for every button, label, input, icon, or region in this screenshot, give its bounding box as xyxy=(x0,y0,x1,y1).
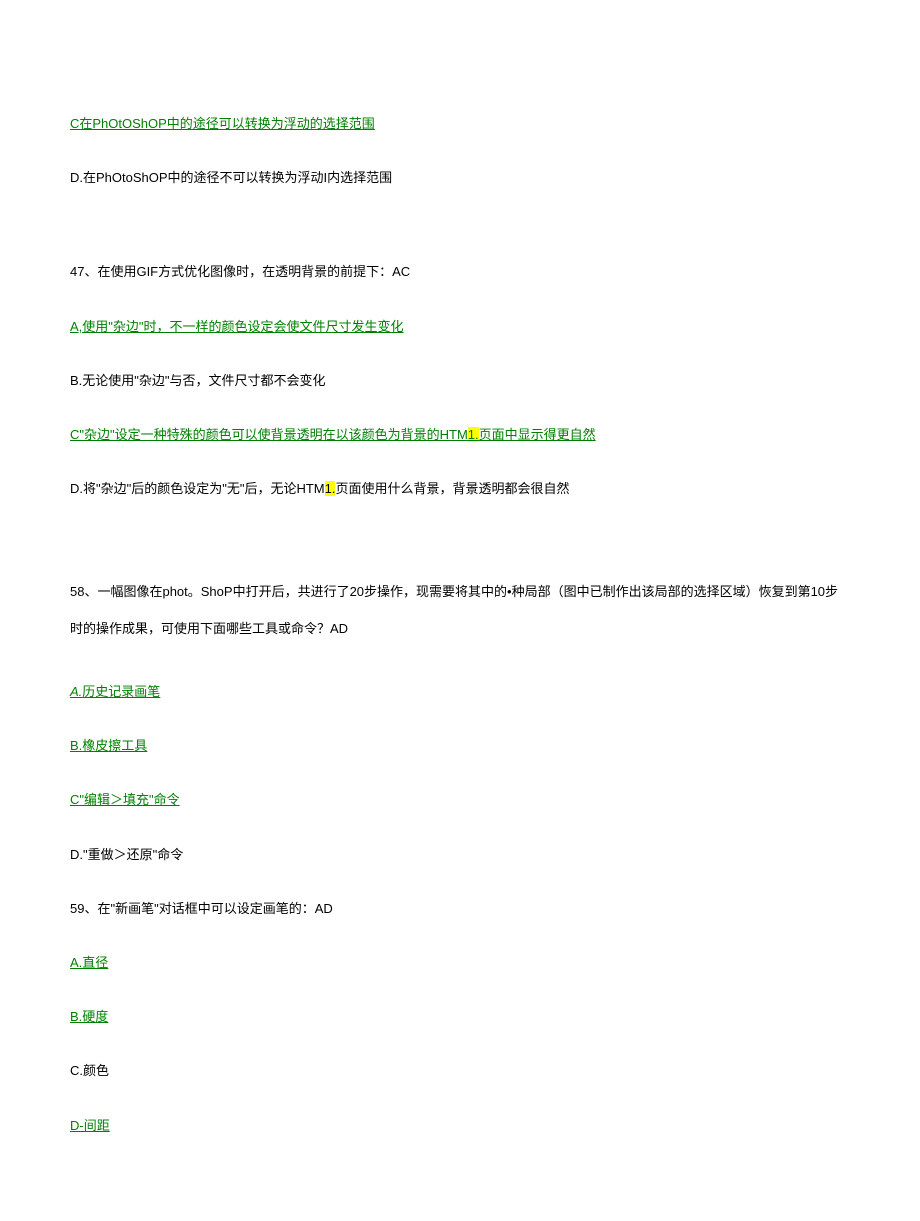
q47-stem: 47、在使用GIF方式优化图像时，在透明背景的前提下：AC xyxy=(70,263,850,281)
q58-option-b: B.橡皮擦工具 xyxy=(70,737,850,755)
q59-option-a: A.直径 xyxy=(70,954,850,972)
q46-option-c: C在PhOtOShOP中的途径可以转换为浮动的选择范围 xyxy=(70,115,850,133)
option-text: C.颜色 xyxy=(70,1063,109,1078)
answer-text: 历史记录画笔 xyxy=(82,684,160,699)
q47-option-b: B.无论使用"杂边"与否，文件尺寸都不会变化 xyxy=(70,372,850,390)
option-text: D."重做＞还原"命令 xyxy=(70,847,183,862)
answer-text: A.直径 xyxy=(70,955,108,970)
q58-option-a: A.历史记录画笔 xyxy=(70,683,850,701)
option-text-post: 页面使用什么背景，背景透明都会很自然 xyxy=(335,481,569,496)
q47-option-c: C"杂边"设定一种特殊的颜色可以使背景透明在以该颜色为背景的HTM1.页面中显示… xyxy=(70,426,850,444)
answer-text: D-间距 xyxy=(70,1118,110,1133)
stem-text: 58、一幅图像在phot。ShoP中打开后，共进行了20步操作，现需要将其中的•… xyxy=(70,584,838,635)
answer-prefix: A. xyxy=(70,684,82,699)
q58-stem: 58、一幅图像在phot。ShoP中打开后，共进行了20步操作，现需要将其中的•… xyxy=(70,574,850,647)
highlight: 1. xyxy=(325,481,336,496)
answer-text: B.橡皮擦工具 xyxy=(70,738,147,753)
answer-text: C"编辑＞填充"命令 xyxy=(70,792,180,807)
stem-text: 59、在"新画笔"对话框中可以设定画笔的：AD xyxy=(70,901,333,916)
q47-option-a: A,使用"杂边"时，不一样的颜色设定会使文件尺寸发生变化 xyxy=(70,318,850,336)
q59-option-d: D-间距 xyxy=(70,1117,850,1135)
answer-text-post: 页面中显示得更自然 xyxy=(479,427,596,442)
option-text: B.无论使用"杂边"与否，文件尺寸都不会变化 xyxy=(70,373,326,388)
option-text-pre: D.将"杂边"后的颜色设定为"无"后，无论HTM xyxy=(70,481,325,496)
q59-option-c: C.颜色 xyxy=(70,1062,850,1080)
answer-text: C在PhOtOShOP中的途径可以转换为浮动的选择范围 xyxy=(70,116,375,131)
q59-option-b: B.硬度 xyxy=(70,1008,850,1026)
stem-text: 47、在使用GIF方式优化图像时，在透明背景的前提下：AC xyxy=(70,264,410,279)
answer-text: B.硬度 xyxy=(70,1009,108,1024)
q58-option-c: C"编辑＞填充"命令 xyxy=(70,791,850,809)
answer-text: A,使用"杂边"时，不一样的颜色设定会使文件尺寸发生变化 xyxy=(70,319,404,334)
q46-option-d: D.在PhOtoShOP中的途径不可以转换为浮动I内选择范围 xyxy=(70,169,850,187)
option-text: D.在PhOtoShOP中的途径不可以转换为浮动I内选择范围 xyxy=(70,170,392,185)
q59-stem: 59、在"新画笔"对话框中可以设定画笔的：AD xyxy=(70,900,850,918)
highlight: 1. xyxy=(468,427,479,442)
section-gap xyxy=(70,534,850,574)
answer-text-pre: C"杂边"设定一种特殊的颜色可以使背景透明在以该颜色为背景的HTM xyxy=(70,427,468,442)
q58-option-d: D."重做＞还原"命令 xyxy=(70,846,850,864)
q47-option-d: D.将"杂边"后的颜色设定为"无"后，无论HTM1.页面使用什么背景，背景透明都… xyxy=(70,480,850,498)
section-gap xyxy=(70,223,850,263)
